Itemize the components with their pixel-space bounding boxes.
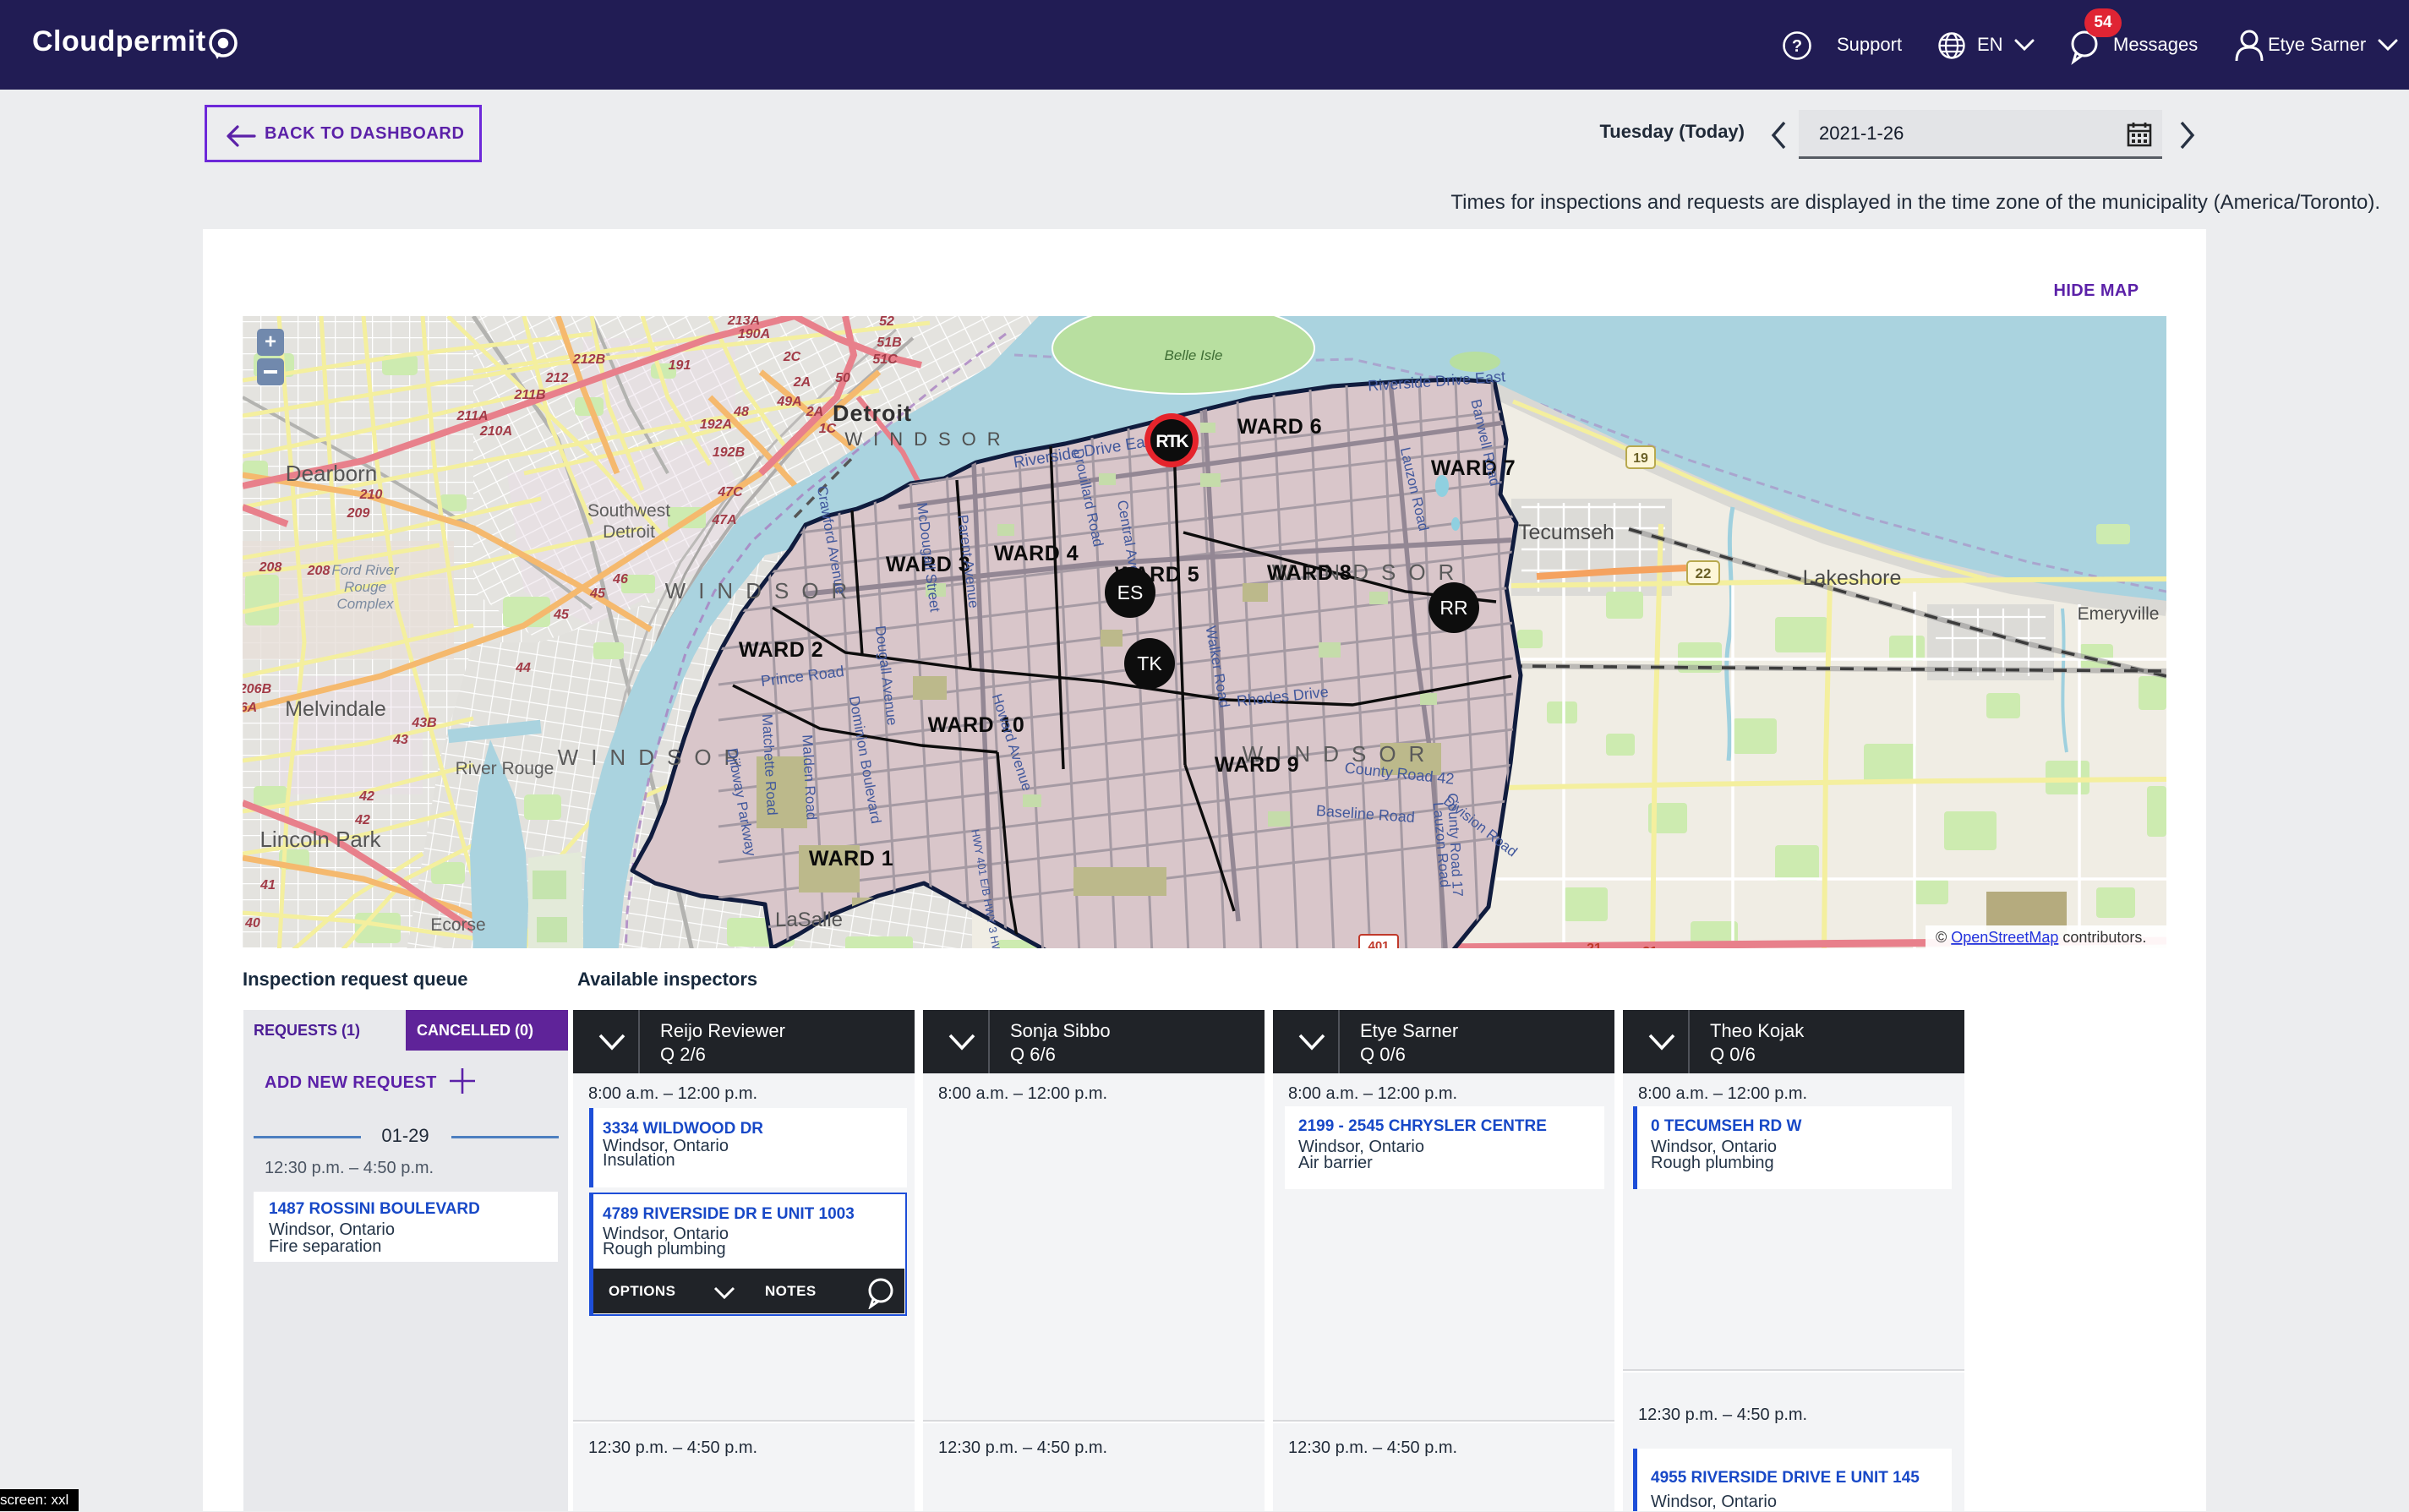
svg-text:+: +: [265, 330, 276, 353]
svg-text:401: 401: [1368, 939, 1389, 948]
svg-text:212B: 212B: [572, 352, 605, 367]
svg-text:190A: 190A: [738, 327, 770, 341]
svg-text:2C: 2C: [783, 350, 801, 364]
svg-text:210: 210: [359, 488, 383, 502]
svg-text:WINDSOR: WINDSOR: [558, 745, 753, 770]
svg-text:Complex: Complex: [336, 596, 394, 612]
svg-text:40: 40: [244, 916, 260, 931]
svg-text:22: 22: [1696, 565, 1712, 581]
svg-text:Tecumseh: Tecumseh: [1518, 521, 1614, 544]
svg-text:211B: 211B: [513, 388, 545, 402]
svg-text:48: 48: [733, 405, 749, 419]
svg-text:Lakeshore: Lakeshore: [1803, 566, 1902, 590]
svg-text:208: 208: [259, 560, 282, 575]
svg-text:WARD 6: WARD 6: [1237, 415, 1322, 439]
svg-text:6A: 6A: [243, 701, 257, 715]
svg-text:43: 43: [392, 733, 408, 747]
svg-text:50: 50: [835, 371, 850, 385]
svg-text:206B: 206B: [243, 682, 271, 696]
svg-text:49A: 49A: [776, 395, 801, 409]
svg-text:44: 44: [515, 661, 531, 675]
svg-text:WINDSOR: WINDSOR: [844, 428, 1011, 450]
svg-text:2A: 2A: [806, 405, 823, 419]
svg-text:WARD 8: WARD 8: [1267, 561, 1352, 585]
svg-text:211A: 211A: [456, 409, 488, 423]
svg-text:52: 52: [879, 316, 894, 329]
svg-text:ES: ES: [1117, 581, 1144, 603]
svg-text:43B: 43B: [411, 716, 436, 730]
svg-text:Ford River: Ford River: [331, 562, 400, 578]
svg-text:Dearborn: Dearborn: [286, 461, 377, 486]
svg-text:WARD 1: WARD 1: [809, 847, 893, 871]
svg-text:© OpenStreetMap contributors.: © OpenStreetMap contributors.: [1936, 929, 2146, 946]
svg-text:191: 191: [669, 358, 691, 373]
svg-text:Emeryville: Emeryville: [2078, 604, 2160, 624]
svg-text:210A: 210A: [479, 424, 512, 439]
svg-text:42: 42: [354, 813, 370, 827]
svg-text:213A: 213A: [727, 316, 760, 328]
svg-text:192A: 192A: [700, 418, 732, 432]
svg-text:RR: RR: [1439, 597, 1467, 619]
svg-text:47A: 47A: [711, 513, 736, 527]
svg-text:Melvindale: Melvindale: [285, 697, 386, 721]
svg-text:Rouge: Rouge: [344, 579, 386, 595]
svg-text:209: 209: [347, 506, 370, 521]
svg-text:19: 19: [1633, 451, 1648, 466]
svg-text:51C: 51C: [872, 352, 898, 367]
svg-text:WARD 4: WARD 4: [994, 542, 1079, 565]
svg-text:51B: 51B: [877, 336, 901, 350]
svg-text:42: 42: [358, 789, 374, 804]
svg-text:WARD 2: WARD 2: [739, 638, 823, 662]
svg-text:WARD 7: WARD 7: [1431, 456, 1516, 480]
svg-text:21: 21: [1587, 942, 1602, 948]
svg-text:47C: 47C: [717, 485, 743, 499]
svg-text:Belle Isle: Belle Isle: [1165, 347, 1223, 363]
svg-text:192B: 192B: [713, 445, 745, 460]
svg-text:208: 208: [307, 564, 330, 578]
svg-text:1C: 1C: [819, 422, 837, 436]
svg-text:21: 21: [1642, 945, 1658, 948]
svg-text:Ecorse: Ecorse: [430, 915, 485, 935]
svg-text:LaSalle: LaSalle: [775, 909, 843, 931]
svg-text:Detroit: Detroit: [833, 401, 912, 426]
svg-text:2A: 2A: [793, 375, 811, 390]
svg-text:Detroit: Detroit: [603, 522, 655, 542]
svg-text:45: 45: [589, 587, 606, 601]
svg-text:Lincoln Park: Lincoln Park: [259, 827, 381, 852]
svg-text:River Rouge: River Rouge: [456, 759, 554, 778]
svg-text:41: 41: [259, 878, 276, 892]
svg-text:RTK: RTK: [1155, 432, 1188, 451]
svg-text:45: 45: [553, 608, 570, 622]
svg-text:212: 212: [545, 371, 569, 385]
svg-text:46: 46: [612, 572, 628, 587]
svg-text:TK: TK: [1137, 652, 1162, 674]
svg-text:?: ?: [1792, 37, 1802, 56]
svg-text:WARD 9: WARD 9: [1215, 753, 1299, 777]
svg-text:Southwest: Southwest: [587, 501, 670, 521]
